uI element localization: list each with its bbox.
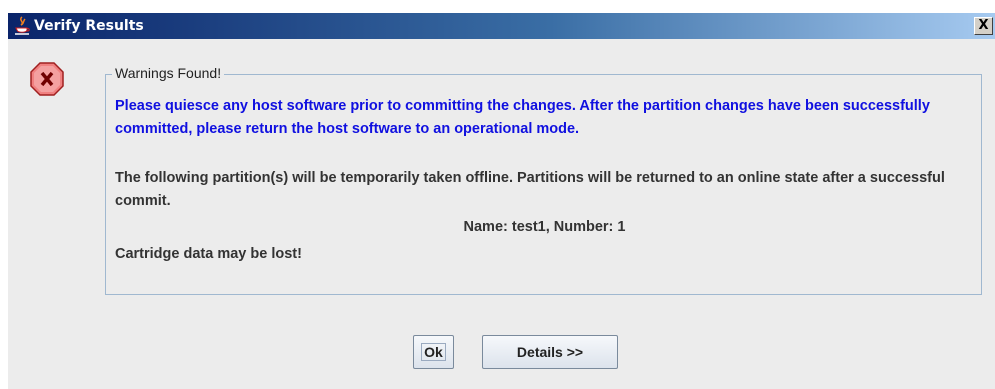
details-button[interactable]: Details >> xyxy=(482,335,618,369)
close-button[interactable]: X xyxy=(974,17,993,35)
java-icon xyxy=(15,16,30,35)
partition-info: Name: test1, Number: 1 xyxy=(463,219,626,235)
quiesce-message: Please quiesce any host software prior t… xyxy=(115,98,930,137)
title-bar[interactable]: Verify Results X xyxy=(8,13,995,39)
dialog-window: Verify Results X Warnings Found! Please … xyxy=(8,13,995,389)
warnings-group: Warnings Found! Please quiesce any host … xyxy=(105,65,982,295)
data-loss-warning: Cartridge data may be lost! xyxy=(115,246,302,262)
ok-button[interactable]: Ok xyxy=(413,335,454,369)
offline-message: The following partition(s) will be tempo… xyxy=(115,170,945,209)
error-stop-icon xyxy=(30,62,64,96)
ok-label: Ok xyxy=(421,343,446,361)
window-title: Verify Results xyxy=(34,18,144,34)
group-title: Warnings Found! xyxy=(112,65,225,81)
